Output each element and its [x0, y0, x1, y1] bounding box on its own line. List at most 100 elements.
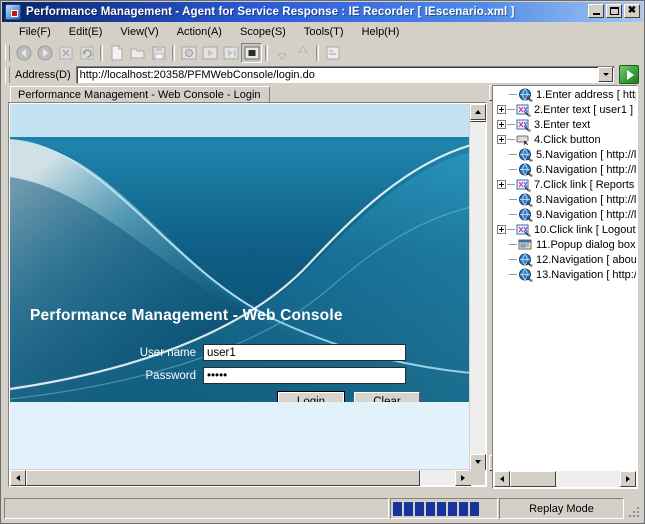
tree-row[interactable]: 9.Navigation [ http://localho: [494, 207, 636, 222]
menu-item-action[interactable]: Action(A): [168, 24, 231, 40]
open-folder-button[interactable]: [127, 43, 148, 63]
tree-row[interactable]: 10.Click link [ Logout ]: [494, 222, 636, 237]
menu-item-edit[interactable]: Edit(E): [60, 24, 112, 40]
click-link-icon: [516, 178, 532, 192]
new-file-button[interactable]: [106, 43, 127, 63]
close-icon: ✖: [628, 6, 636, 16]
minimize-button[interactable]: [588, 4, 604, 18]
stop-button[interactable]: [55, 43, 76, 63]
tree-row[interactable]: 2.Enter text [ user1 ]: [494, 102, 636, 117]
clear-button[interactable]: Clear: [354, 392, 420, 402]
record-button[interactable]: [178, 43, 199, 63]
navigate-icon: [518, 208, 534, 222]
tree-row[interactable]: 1.Enter address [ http://local: [494, 87, 636, 102]
tree-scroll-right-button[interactable]: [620, 471, 636, 487]
tree-row[interactable]: 12.Navigation [ about:blank ]: [494, 252, 636, 267]
menu-item-scope[interactable]: Scope(S): [231, 24, 295, 40]
tree-item-label: 13.Navigation [ http://localh: [536, 269, 636, 281]
menu-item-help[interactable]: Help(H): [353, 24, 409, 40]
menu-label-tools: Tools(T): [304, 26, 344, 38]
tab-label: Performance Management - Web Console - L…: [18, 89, 261, 101]
browser-viewport-frame: Performance Management - Web Console Use…: [8, 102, 487, 487]
tree-row[interactable]: 13.Navigation [ http://localh: [494, 267, 636, 282]
tree-row[interactable]: 6.Navigation [ http://localho: [494, 162, 636, 177]
arrow-down-icon: [475, 460, 481, 464]
tree-row[interactable]: 3.Enter text: [494, 117, 636, 132]
tree-expander-icon[interactable]: [497, 135, 506, 144]
username-input[interactable]: [203, 344, 406, 361]
tree-scroll-left-button[interactable]: [494, 471, 510, 487]
menu-item-tools[interactable]: Tools(T): [295, 24, 353, 40]
address-combo[interactable]: [76, 66, 615, 84]
tree-line: [509, 214, 517, 215]
arrow-right-icon: [626, 476, 630, 482]
upload-button[interactable]: [292, 43, 313, 63]
report-button[interactable]: [322, 43, 343, 63]
address-dropdown-button[interactable]: [598, 67, 613, 82]
close-button[interactable]: ✖: [624, 4, 640, 18]
stop-square-button[interactable]: [241, 43, 262, 63]
tree-row[interactable]: 8.Navigation [ http://localho: [494, 192, 636, 207]
new-file-icon: [109, 45, 125, 61]
tree-item-label: 1.Enter address [ http://local: [536, 89, 636, 101]
tab-web-console-login[interactable]: Performance Management - Web Console - L…: [10, 86, 270, 103]
tree-hscroll-thumb[interactable]: [510, 471, 556, 487]
page-hscroll-thumb[interactable]: [26, 470, 420, 486]
download-button[interactable]: [271, 43, 292, 63]
scroll-left-button[interactable]: [10, 470, 26, 486]
refresh-icon: [79, 45, 95, 61]
go-button[interactable]: [619, 65, 639, 84]
page-vertical-scrollbar[interactable]: [469, 104, 485, 470]
address-grip[interactable]: [5, 67, 10, 83]
toolbar-separator-2: [172, 45, 175, 61]
work-area: Performance Management - Web Console - L…: [2, 85, 643, 495]
play-icon: [202, 45, 218, 61]
tree-row[interactable]: 7.Click link [ Reports ]: [494, 177, 636, 192]
toolbar-separator-1: [100, 45, 103, 61]
address-input[interactable]: [77, 68, 598, 82]
page-horizontal-scrollbar[interactable]: [10, 469, 471, 485]
tree-item-label: 12.Navigation [ about:blank ]: [536, 254, 636, 266]
menu-item-view[interactable]: View(V): [111, 24, 167, 40]
arrow-up-icon: [475, 110, 481, 114]
title-bar: Performance Management - Agent for Servi…: [2, 2, 643, 22]
refresh-button[interactable]: [76, 43, 97, 63]
tree-line: [507, 229, 515, 230]
scrollbar-corner: [469, 469, 485, 485]
page-vscroll-thumb[interactable]: [470, 120, 486, 122]
back-button[interactable]: [13, 43, 34, 63]
password-input[interactable]: [203, 367, 406, 384]
tree-expander-icon[interactable]: [497, 105, 506, 114]
scroll-down-button[interactable]: [470, 454, 486, 470]
save-button[interactable]: [148, 43, 169, 63]
login-button[interactable]: Login: [278, 392, 344, 402]
save-icon: [151, 45, 167, 61]
toolbar-separator-4: [316, 45, 319, 61]
maximize-button[interactable]: [606, 4, 622, 18]
action-tree[interactable]: 1.Enter address [ http://local 2.Enter t…: [494, 87, 636, 471]
navigate-icon: [518, 268, 534, 282]
progress-segment: [404, 502, 413, 516]
progress-segment: [393, 502, 402, 516]
play-step-button[interactable]: [220, 43, 241, 63]
tree-expander-icon[interactable]: [497, 225, 506, 234]
toolbar-grip[interactable]: [5, 45, 10, 61]
tree-expander-icon[interactable]: [497, 180, 506, 189]
navigate-icon: [518, 148, 534, 162]
toolbar: [2, 42, 643, 64]
tree-row[interactable]: 5.Navigation [ http://localho: [494, 147, 636, 162]
play-button[interactable]: [199, 43, 220, 63]
tree-row[interactable]: 4.Click button: [494, 132, 636, 147]
menu-label-scope: Scope(S): [240, 26, 286, 38]
resize-grip[interactable]: [625, 498, 641, 519]
progress-indicator: [390, 498, 498, 519]
tree-expander-icon[interactable]: [497, 120, 506, 129]
menu-item-file[interactable]: File(F): [10, 24, 60, 40]
progress-segment: [437, 502, 446, 516]
tree-horizontal-scrollbar[interactable]: [494, 471, 636, 487]
tree-row[interactable]: 11.Popup dialog box: [494, 237, 636, 252]
forward-button[interactable]: [34, 43, 55, 63]
scroll-up-button[interactable]: [470, 104, 486, 120]
back-icon: [16, 45, 32, 61]
page-hero-banner: Performance Management - Web Console Use…: [10, 137, 471, 402]
